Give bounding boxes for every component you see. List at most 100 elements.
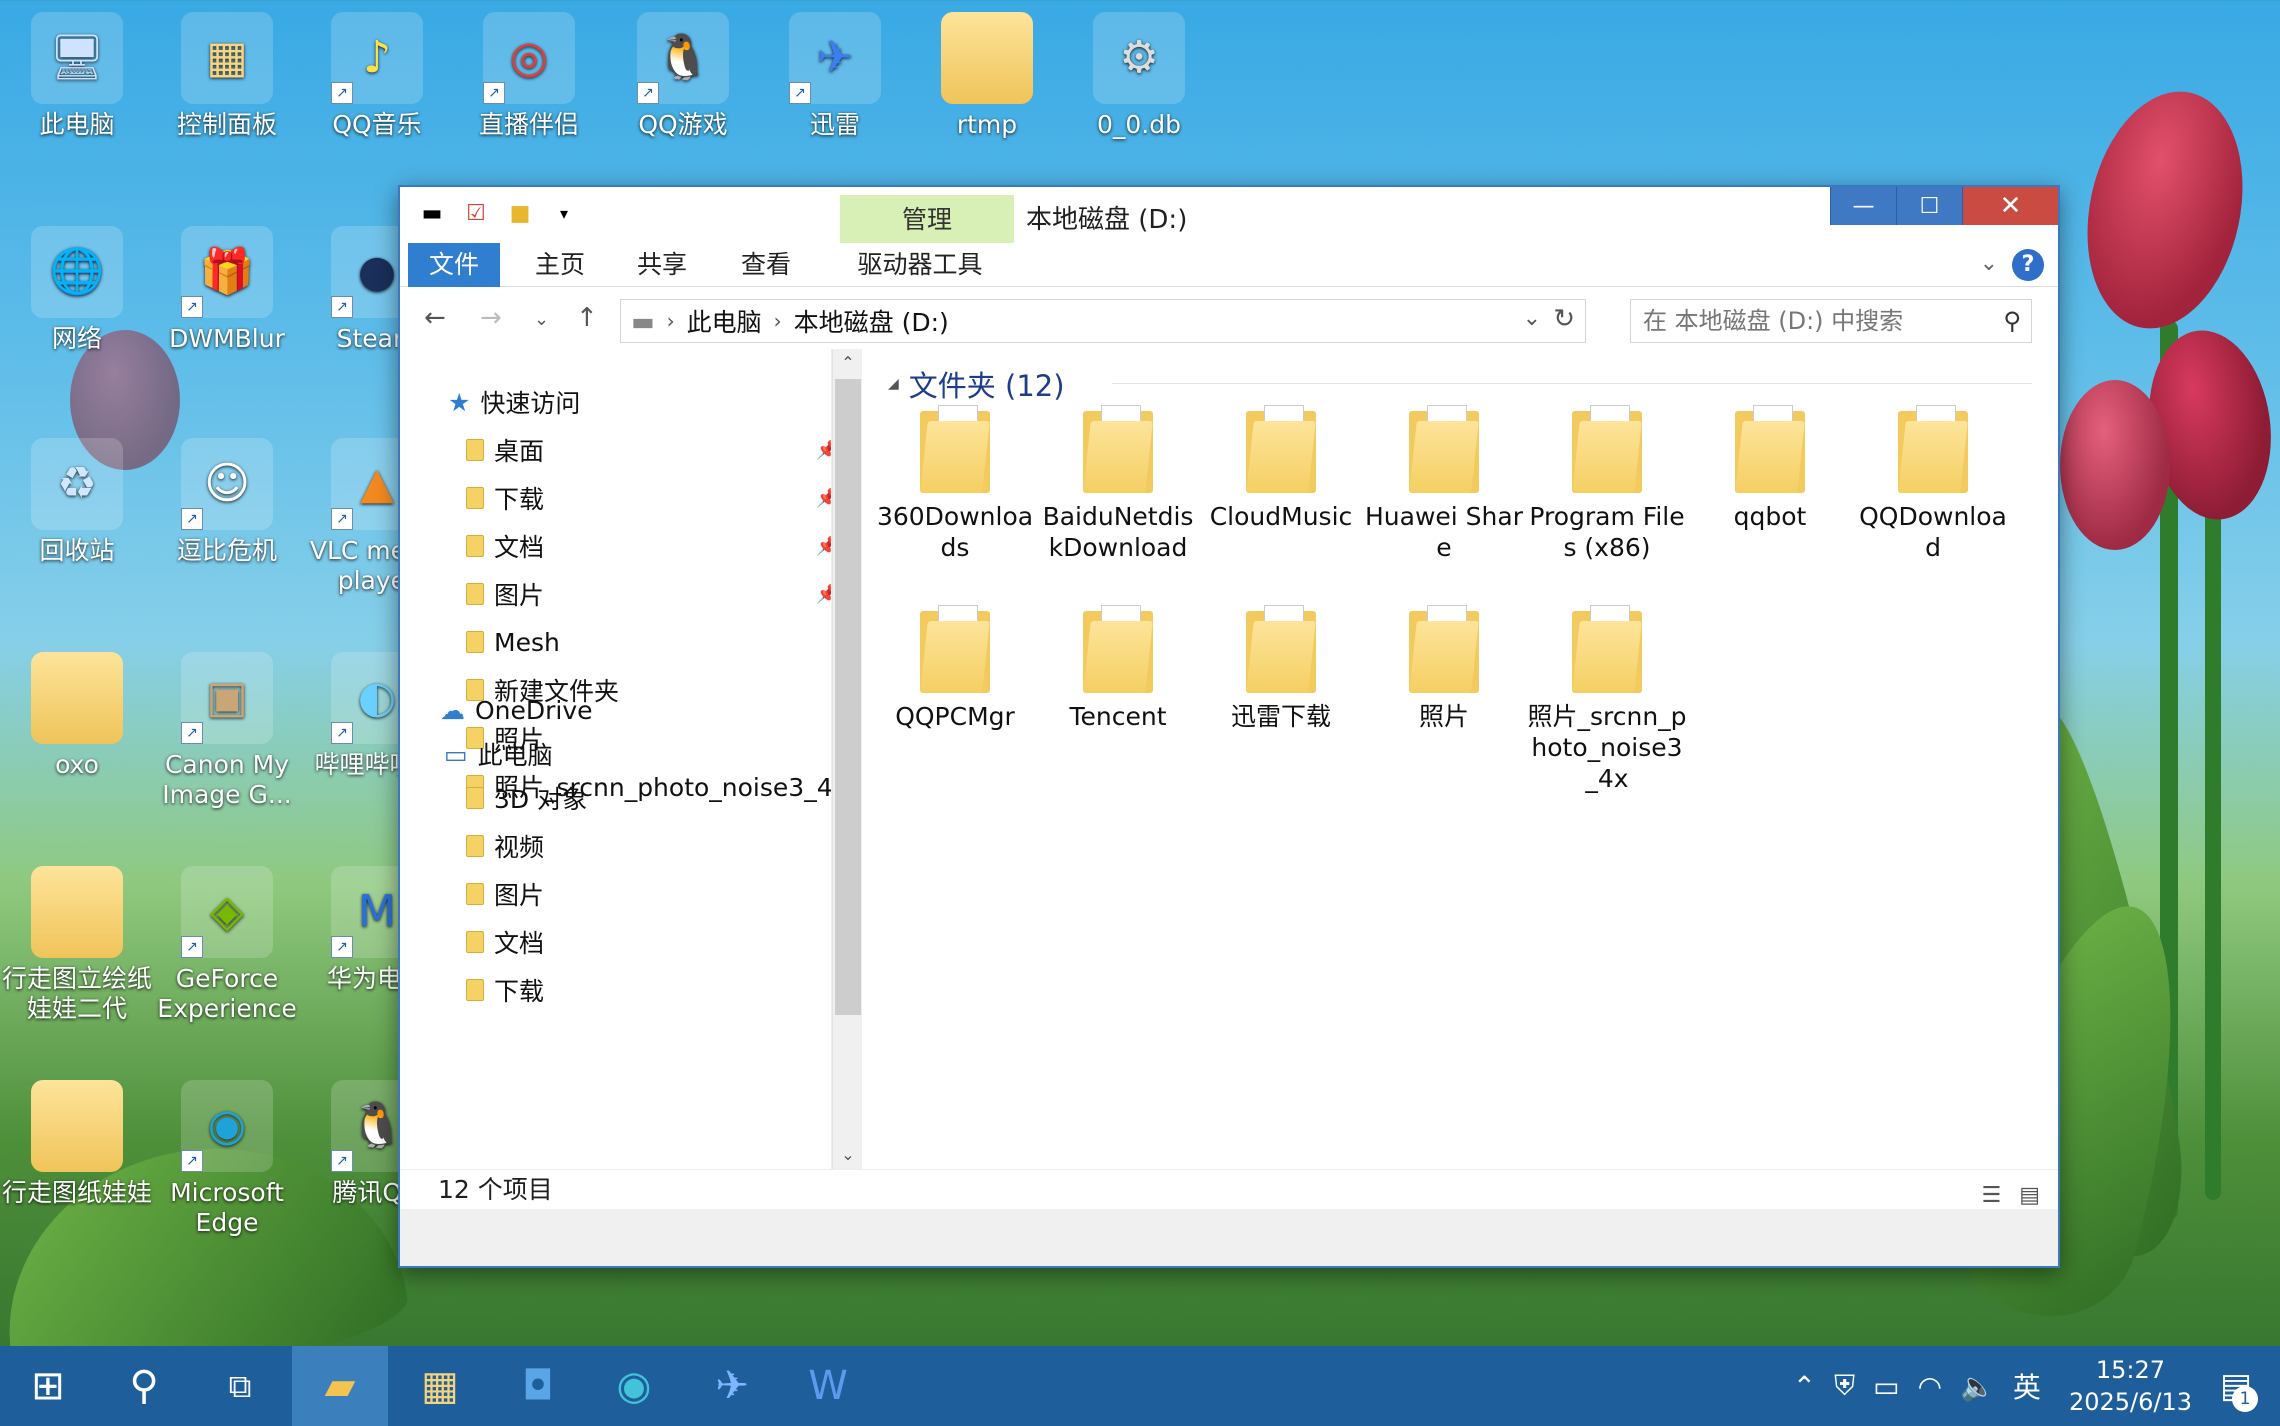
clock[interactable]: 15:27 2025/6/13 [2069, 1354, 2192, 1418]
battery-icon[interactable]: ▭ [1873, 1370, 1899, 1403]
close-button[interactable]: ✕ [1962, 187, 2058, 225]
scroll-thumb[interactable] [835, 379, 861, 1015]
tab-home[interactable]: 主页 [520, 243, 600, 287]
app-icon [941, 12, 1033, 104]
tab-drive-tools[interactable]: 驱动器工具 [820, 243, 1020, 287]
shortcut-arrow-icon: ↗ [637, 82, 659, 104]
pin-icon[interactable]: 📌 [816, 536, 831, 557]
folder-item[interactable]: Tencent [1037, 605, 1199, 732]
folder-item[interactable]: Huawei Share [1363, 405, 1525, 563]
desktop-icon[interactable]: rtmp [912, 12, 1062, 140]
outlook-taskbar-icon[interactable]: ◘ [490, 1346, 586, 1426]
desktop-icon[interactable]: ▦ 控制面板 [152, 12, 302, 140]
new-folder-icon[interactable]: ■ [506, 199, 534, 227]
folder-item[interactable]: QQPCMgr [874, 605, 1036, 732]
address-dropdown-icon[interactable]: ⌄ [1523, 306, 1541, 331]
desktop-icon[interactable]: 🐧 ↗ QQ游戏 [608, 12, 758, 140]
search-input[interactable]: 在 本地磁盘 (D:) 中搜索 ⚲ [1630, 299, 2032, 343]
scroll-down-icon[interactable]: ⌄ [833, 1141, 863, 1169]
expand-ribbon-icon[interactable]: ⌄ [1980, 251, 1998, 276]
nav-item[interactable]: 3D 对象 [466, 781, 587, 815]
pin-icon[interactable]: 📌 [816, 440, 831, 461]
store-taskbar-icon[interactable]: ▦ [392, 1346, 488, 1426]
folder-item[interactable]: 照片 [1363, 605, 1525, 732]
large-icons-view-icon[interactable]: ▤ [2019, 1176, 2040, 1216]
desktop-icon[interactable]: ▣ ↗ Canon My Image G... [152, 652, 302, 810]
back-arrow-icon[interactable]: ← [424, 303, 446, 333]
desktop-icon[interactable]: ◉ ↗ Microsoft Edge [152, 1080, 302, 1238]
security-shield-icon[interactable]: ⛨ [1834, 1369, 1855, 1403]
ime-indicator[interactable]: 英 [2013, 1366, 2041, 1406]
nav-item[interactable]: 文档 [466, 925, 544, 959]
pin-icon[interactable]: 📌 [816, 488, 831, 509]
folder-item[interactable]: qqbot [1689, 405, 1851, 532]
properties-icon[interactable]: ☑ [462, 199, 490, 227]
folder-item[interactable]: Program Files (x86) [1526, 405, 1688, 563]
nav-item[interactable]: 文档 📌 [466, 529, 831, 563]
recent-locations-icon[interactable]: ⌄ [534, 309, 549, 330]
desktop-icon[interactable]: 🌐 网络 [2, 226, 152, 354]
folder-item[interactable]: BaiduNetdiskDownload [1037, 405, 1199, 563]
desktop-icon[interactable]: 行走图纸娃娃 [2, 1080, 152, 1208]
folder-item[interactable]: QQDownload [1852, 405, 2014, 563]
up-arrow-icon[interactable]: ↑ [576, 303, 598, 333]
volume-icon[interactable]: 🔈 [1960, 1370, 1995, 1403]
notification-center-icon[interactable]: ▤ 1 [2220, 1366, 2280, 1412]
folder-item[interactable]: 迅雷下载 [1200, 605, 1362, 732]
folder-item[interactable]: CloudMusic [1200, 405, 1362, 532]
breadcrumb-this-pc[interactable]: 此电脑 [687, 303, 762, 339]
tab-share[interactable]: 共享 [622, 243, 702, 287]
desktop-icon[interactable]: ♻ 回收站 [2, 438, 152, 566]
maximize-button[interactable]: ☐ [1896, 187, 1962, 225]
group-header-folders[interactable]: ◢ 文件夹 (12) [888, 363, 1065, 405]
nav-item[interactable]: 下载 [466, 973, 544, 1007]
show-hidden-icons-icon[interactable]: ⌃ [1793, 1370, 1816, 1403]
file-explorer-taskbar-icon[interactable]: ▰ [292, 1346, 388, 1426]
desktop-icon[interactable]: oxo [2, 652, 152, 780]
pin-icon[interactable]: 📌 [816, 584, 831, 605]
desktop-icon[interactable]: ⚙ 0_0.db [1064, 12, 1214, 140]
customize-dropdown-icon[interactable]: ▾ [550, 199, 578, 227]
context-tab-manage[interactable]: 管理 [840, 195, 1014, 243]
forward-arrow-icon[interactable]: → [480, 303, 502, 333]
nav-this-pc[interactable]: ▭ 此电脑 [444, 737, 553, 771]
edge-taskbar-icon[interactable]: ◉ [586, 1346, 682, 1426]
help-icon[interactable]: ? [2012, 249, 2044, 281]
nav-quick-access[interactable]: ★ 快速访问 [448, 385, 580, 419]
folder-name: qqbot [1733, 502, 1807, 531]
folder-icon [1898, 405, 1968, 493]
nav-item[interactable]: 桌面 📌 [466, 433, 831, 467]
tab-file[interactable]: 文件 [408, 243, 500, 287]
nav-item[interactable]: 下载 📌 [466, 481, 831, 515]
task-view-button[interactable]: ⧉ [192, 1346, 288, 1426]
desktop-icon[interactable]: 行走图立绘纸娃娃二代 [2, 866, 152, 1024]
search-button[interactable]: ⚲ [96, 1346, 192, 1426]
details-view-icon[interactable]: ☰ [1981, 1176, 2001, 1216]
tab-view[interactable]: 查看 [726, 243, 806, 287]
word-taskbar-icon[interactable]: W [780, 1346, 876, 1426]
desktop-icon[interactable]: ✈ ↗ 迅雷 [760, 12, 910, 140]
desktop-icon[interactable]: ◈ ↗ GeForce Experience [152, 866, 302, 1024]
nav-item[interactable]: 视频 [466, 829, 544, 863]
nav-item[interactable]: Mesh [466, 625, 560, 659]
folder-item[interactable]: 照片_srcnn_photo_noise3_4x [1526, 605, 1688, 794]
title-bar[interactable]: ▬ ☑ ■ ▾ 管理 本地磁盘 (D:) — ☐ ✕ [400, 187, 2058, 243]
desktop-icon[interactable]: 🎁 ↗ DWMBlur [152, 226, 302, 354]
nav-item[interactable]: 图片 📌 [466, 577, 831, 611]
desktop-icon[interactable]: ◎ ↗ 直播伴侣 [454, 12, 604, 140]
address-bar[interactable]: ▬ › 此电脑 › 本地磁盘 (D:) ⌄ ↻ [620, 299, 1586, 343]
nav-item[interactable]: 图片 [466, 877, 544, 911]
start-button[interactable]: ⊞ [0, 1346, 96, 1426]
thunder-taskbar-icon[interactable]: ✈ [684, 1346, 780, 1426]
desktop-icon[interactable]: 🖥 此电脑 [2, 12, 152, 140]
nav-scrollbar[interactable]: ⌃ ⌄ [832, 349, 862, 1169]
desktop-icon[interactable]: ♪ ↗ QQ音乐 [302, 12, 452, 140]
folder-item[interactable]: 360Downloads [874, 405, 1036, 563]
minimize-button[interactable]: — [1830, 187, 1896, 225]
wifi-icon[interactable]: ◠ [1918, 1370, 1942, 1403]
scroll-up-icon[interactable]: ⌃ [833, 349, 863, 377]
nav-onedrive[interactable]: ☁ OneDrive [440, 693, 593, 727]
refresh-icon[interactable]: ↻ [1553, 304, 1575, 334]
desktop-icon[interactable]: ☺ ↗ 逗比危机 [152, 438, 302, 566]
breadcrumb-drive-d[interactable]: 本地磁盘 (D:) [794, 303, 949, 339]
